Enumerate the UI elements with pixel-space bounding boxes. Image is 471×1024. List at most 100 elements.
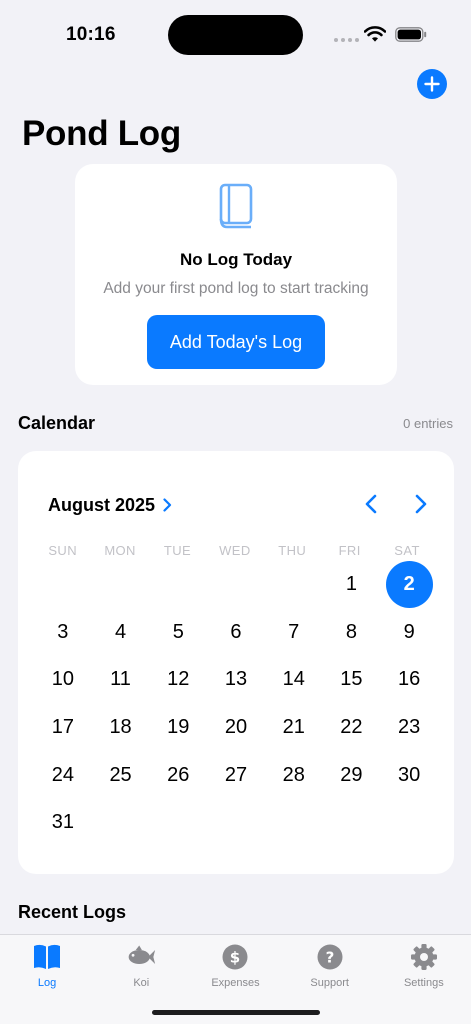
weekday-label: SAT [394,543,420,558]
calendar-day[interactable]: 26 [149,751,207,799]
calendar-day[interactable]: 31 [34,799,92,847]
add-todays-log-button[interactable]: Add Today's Log [147,315,325,369]
month-title[interactable]: August 2025 [48,495,155,516]
weekday-label: THU [278,543,307,558]
calendar-day[interactable]: 3 [34,609,92,657]
question-icon: ? [317,944,343,970]
day-number: 30 [398,763,421,786]
calendar-day-empty [207,561,265,609]
day-number: 8 [345,620,357,643]
day-number: 6 [230,620,242,643]
calendar-day[interactable]: 19 [149,704,207,752]
calendar-day-empty [265,561,323,609]
calendar-day[interactable]: 16 [380,656,438,704]
calendar-day[interactable]: 28 [265,751,323,799]
empty-state-subtitle: Add your first pond log to start trackin… [103,280,369,297]
entries-count: 0 entries [403,416,453,431]
add-log-fab-button[interactable] [417,69,447,99]
calendar-days-grid: 1 2 3 4 5 6 7 8 9 10 11 12 13 14 15 16 17 18 19 20 21 22 23 24 2… [34,561,438,847]
svg-text:?: ? [325,949,334,967]
day-number: 12 [167,668,190,691]
calendar-day[interactable]: 6 [207,609,265,657]
recent-logs-title: Recent Logs [18,902,127,922]
calendar-day[interactable]: 13 [207,656,265,704]
no-log-card: No Log Today Add your first pond log to … [75,164,397,385]
calendar-day[interactable]: 5 [149,609,207,657]
previous-month-button[interactable] [361,493,383,515]
day-number: 20 [224,716,248,739]
calendar-day-empty [149,561,207,609]
tab-label: Expenses [211,977,260,989]
day-number: 31 [51,811,74,834]
day-number: 4 [115,620,127,643]
day-number: 25 [109,763,132,786]
day-number: 24 [51,763,74,786]
dynamic-island [168,15,303,55]
weekday-header-row: SUN MON TUE WED THU FRI SAT [34,543,438,558]
day-number: 22 [340,716,363,739]
tab-label: Koi [133,977,150,989]
weekday-label: WED [219,543,251,558]
tab-settings[interactable]: Settings [377,935,471,1024]
calendar-day[interactable]: 9 [380,609,438,657]
status-bar: 10:16 [0,0,471,70]
gear-icon [410,944,437,970]
calendar-day[interactable]: 21 [265,704,323,752]
calendar-day[interactable]: 1 [323,561,381,609]
calendar-card: August 2025 SUN MON TUE WED THU FRI SAT 123456… [18,451,454,874]
day-number: 11 [110,668,131,691]
calendar-day[interactable]: 12 [149,656,207,704]
plus-icon [424,76,440,92]
calendar-day[interactable]: 7 [265,609,323,657]
svg-text:$: $ [230,949,240,967]
status-time: 10:16 [66,24,116,45]
calendar-section-title: Calendar [18,413,96,433]
calendar-day[interactable]: 17 [34,704,92,752]
tab-label: Support [310,977,349,989]
day-number: 9 [403,620,415,643]
day-number: 10 [51,668,74,691]
calendar-day[interactable]: 10 [34,656,92,704]
day-number: 28 [282,763,305,786]
calendar-day[interactable]: 15 [323,656,381,704]
tab-label: Log [37,977,57,989]
calendar-day[interactable]: 18 [92,704,150,752]
home-indicator [152,1010,320,1015]
day-number: 29 [340,763,363,786]
fish-icon [128,945,156,965]
day-number: 17 [51,716,74,739]
next-month-button[interactable] [409,493,431,515]
book-icon [34,944,61,969]
day-number: 19 [167,716,190,739]
calendar-day[interactable]: 22 [323,704,381,752]
day-number: 2 [385,561,433,609]
calendar-day-empty [92,561,150,609]
day-number: 18 [109,716,132,739]
calendar-day[interactable]: 11 [92,656,150,704]
calendar-day-empty [34,561,92,609]
day-number: 3 [57,620,69,643]
calendar-day[interactable]: 14 [265,656,323,704]
calendar-day[interactable]: 20 [207,704,265,752]
empty-state-title: No Log Today [179,250,293,269]
calendar-day[interactable]: 4 [92,609,150,657]
weekday-label: MON [104,543,136,558]
chevron-right-icon[interactable] [162,498,172,512]
calendar-day[interactable]: 25 [92,751,150,799]
cellular-signal-icon [334,38,359,42]
tab-label: Settings [403,977,444,989]
page-title: Pond Log [22,114,181,153]
day-number: 21 [282,716,305,739]
calendar-day[interactable]: 30 [380,751,438,799]
calendar-day[interactable]: 23 [380,704,438,752]
day-number: 14 [282,668,305,691]
calendar-day[interactable]: 27 [207,751,265,799]
weekday-label: FRI [338,543,361,558]
calendar-day-selected[interactable]: 2 [380,561,438,609]
calendar-day[interactable]: 29 [323,751,381,799]
day-number: 5 [172,620,184,643]
calendar-day[interactable]: 24 [34,751,92,799]
calendar-day[interactable]: 8 [323,609,381,657]
battery-icon [395,27,427,42]
tab-log[interactable]: Log [0,935,94,1024]
